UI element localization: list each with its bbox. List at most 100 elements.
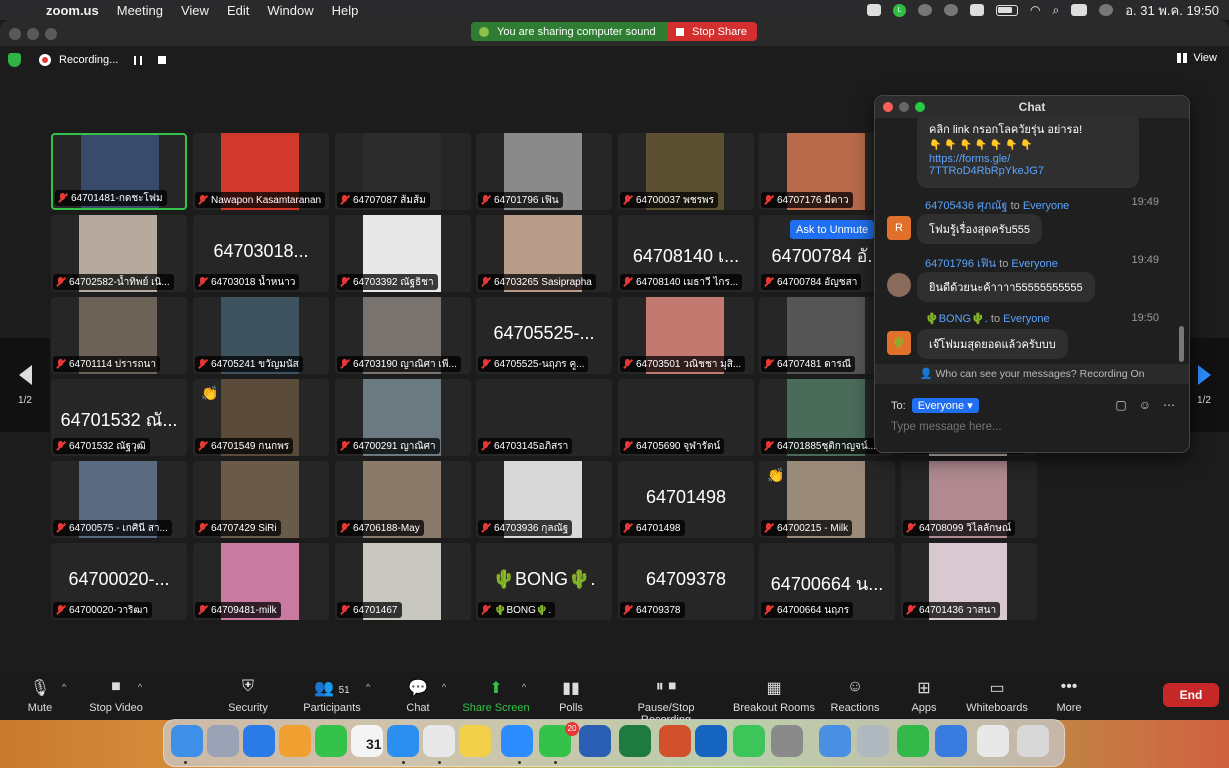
menu-app[interactable]: zoom.us bbox=[46, 3, 99, 18]
chat-scrollbar[interactable] bbox=[1179, 326, 1184, 362]
preview-icon[interactable] bbox=[857, 725, 889, 757]
more-button[interactable]: ••• More bbox=[1054, 678, 1084, 714]
chat-zoom-button[interactable] bbox=[915, 102, 925, 112]
participant-tile[interactable]: 64700664 น... 64700664 นฤภร bbox=[759, 543, 895, 620]
participant-tile[interactable]: Nawapon Kasamtaranan bbox=[193, 133, 329, 210]
stop-share-button[interactable]: Stop Share bbox=[668, 22, 758, 41]
security-button[interactable]: ⛨ Security bbox=[222, 678, 274, 714]
share-caret[interactable]: ^ bbox=[522, 682, 526, 692]
facetime-icon[interactable] bbox=[315, 725, 347, 757]
participant-tile[interactable]: 🌵BONG🌵. 🌵BONG🌵. bbox=[476, 543, 612, 620]
participant-tile[interactable]: 64708099 วิไลลักษณ์ bbox=[901, 461, 1037, 538]
participant-tile[interactable]: 64705241 ขวัญมนัส bbox=[193, 297, 329, 374]
participant-tile[interactable]: 64703145อภิสรา bbox=[476, 379, 612, 456]
pause-stop-recording-button[interactable]: ⏸ ⏹ Pause/Stop Recording bbox=[612, 678, 720, 720]
participant-tile[interactable]: 64701481-กดชะโฟม bbox=[51, 133, 187, 210]
menu-meeting[interactable]: Meeting bbox=[117, 3, 163, 18]
whiteboards-button[interactable]: ▭ Whiteboards bbox=[964, 678, 1030, 714]
outlook-icon[interactable] bbox=[695, 725, 727, 757]
pause-recording-icon[interactable] bbox=[134, 55, 143, 65]
participant-tile[interactable]: 64701467 bbox=[335, 543, 471, 620]
participant-tile[interactable]: 64705690 จุฬารัตน์ bbox=[618, 379, 754, 456]
participant-tile[interactable]: 64702582-น้ำทิพย์ เนิ... bbox=[51, 215, 187, 292]
zoom-tray-icon[interactable] bbox=[867, 4, 882, 16]
control-center-icon[interactable] bbox=[1071, 4, 1088, 16]
prev-page-button[interactable]: 1/2 bbox=[0, 338, 50, 432]
media-tray-icon[interactable] bbox=[918, 4, 933, 16]
participant-tile[interactable]: 64700020-... 64700020-วาริฒา bbox=[51, 543, 187, 620]
participant-tile[interactable]: 64700037 พชรพร bbox=[618, 133, 754, 210]
document-icon[interactable] bbox=[977, 725, 1009, 757]
participant-tile[interactable]: 64701114 ปรารถนา bbox=[51, 297, 187, 374]
pinned-link-2[interactable]: 7TTRoD4RbRpYkeJG7 bbox=[929, 165, 1127, 177]
breakout-rooms-button[interactable]: ▦ Breakout Rooms bbox=[732, 678, 816, 714]
zoom-window-button[interactable] bbox=[45, 28, 57, 40]
line-alt-icon[interactable] bbox=[733, 725, 765, 757]
message-sender[interactable]: 🌵BONG🌵. bbox=[925, 313, 988, 325]
more-icon[interactable]: ⋯ bbox=[1163, 398, 1175, 412]
trash-icon[interactable] bbox=[1017, 725, 1049, 757]
menu-view[interactable]: View bbox=[181, 3, 209, 18]
menu-help[interactable]: Help bbox=[332, 3, 359, 18]
powerpoint-icon[interactable] bbox=[659, 725, 691, 757]
participant-tile[interactable]: 64705525-... 64705525-นฤภร คู... bbox=[476, 297, 612, 374]
finder-icon[interactable] bbox=[171, 725, 203, 757]
audio-options-caret[interactable]: ^ bbox=[62, 682, 66, 692]
chat-close-button[interactable] bbox=[883, 102, 893, 112]
participants-button[interactable]: 👥 51 Participants bbox=[300, 678, 364, 714]
participant-tile[interactable]: 64700575 - เกศินี สา... bbox=[51, 461, 187, 538]
launchpad-icon[interactable] bbox=[207, 725, 239, 757]
menu-edit[interactable]: Edit bbox=[227, 3, 249, 18]
recipient-dropdown[interactable]: Everyone ▾ bbox=[911, 398, 979, 413]
n-tray-icon[interactable] bbox=[970, 4, 985, 16]
share-screen-button[interactable]: ⬆ Share Screen bbox=[462, 678, 530, 714]
minimize-window-button[interactable] bbox=[27, 28, 39, 40]
app-store-icon[interactable] bbox=[243, 725, 275, 757]
participant-tile[interactable]: 👏 64701549 กนกพร bbox=[193, 379, 329, 456]
word-icon[interactable] bbox=[579, 725, 611, 757]
apps-button[interactable]: ⊞ Apps bbox=[908, 678, 940, 714]
wifi-icon[interactable]: ◠ bbox=[1030, 3, 1040, 17]
siri-icon[interactable] bbox=[1099, 4, 1114, 16]
safari-icon[interactable] bbox=[387, 725, 419, 757]
excel-icon[interactable] bbox=[619, 725, 651, 757]
participant-tile[interactable]: 64703018... 64703018 น้ำหนาว bbox=[193, 215, 329, 292]
participants-caret[interactable]: ^ bbox=[366, 682, 370, 692]
photos-icon[interactable] bbox=[279, 725, 311, 757]
participant-tile[interactable]: 64701796 เฟิน bbox=[476, 133, 612, 210]
spotlight-icon[interactable]: ⌕ bbox=[1053, 3, 1060, 18]
chat-minimize-button[interactable] bbox=[899, 102, 909, 112]
participant-tile[interactable]: 64703265 Sasiprapha bbox=[476, 215, 612, 292]
zoom-icon[interactable] bbox=[501, 725, 533, 757]
who-can-see-link[interactable]: 👤 Who can see your messages? Recording O… bbox=[875, 364, 1189, 384]
pinned-link-1[interactable]: https://forms.gle/ bbox=[929, 153, 1127, 165]
participant-tile[interactable]: 64700291 ญาณิศา bbox=[335, 379, 471, 456]
file-icon[interactable]: ▢ bbox=[1115, 398, 1126, 412]
emoji-icon[interactable]: ☺ bbox=[1139, 398, 1151, 412]
message-sender[interactable]: 64705436 ศุภณัฐ bbox=[925, 200, 1008, 212]
battery-icon[interactable] bbox=[996, 4, 1019, 16]
end-meeting-button[interactable]: End bbox=[1163, 683, 1219, 707]
participant-tile[interactable]: 64706188-May bbox=[335, 461, 471, 538]
participant-tile[interactable]: 64703392 ณัฐธิชา bbox=[335, 215, 471, 292]
menubar-clock[interactable]: อ. 31 พ.ค. 19:50 bbox=[1125, 0, 1219, 21]
video-options-caret[interactable]: ^ bbox=[138, 682, 142, 692]
chrome-icon[interactable] bbox=[423, 725, 455, 757]
participant-tile[interactable]: 64709481-milk bbox=[193, 543, 329, 620]
participant-tile[interactable]: 64707429 SiRi bbox=[193, 461, 329, 538]
participant-tile[interactable]: 64707087 ส้มส้ม bbox=[335, 133, 471, 210]
ask-to-unmute-button[interactable]: Ask to Unmute bbox=[790, 220, 875, 239]
close-window-button[interactable] bbox=[9, 28, 21, 40]
stop-video-button[interactable]: ■ Stop Video bbox=[86, 678, 146, 714]
numbers-icon[interactable] bbox=[897, 725, 929, 757]
message-sender[interactable]: 64701796 เฟิน bbox=[925, 258, 996, 270]
participant-tile[interactable]: 64703501 วณิชชา มุสิ... bbox=[618, 297, 754, 374]
participant-tile[interactable]: 64701436 วาสนา bbox=[901, 543, 1037, 620]
encryption-shield-icon[interactable] bbox=[8, 53, 21, 67]
participant-tile[interactable]: 64701532 ณั... 64701532 ณัฐวุฒิ bbox=[51, 379, 187, 456]
menu-window[interactable]: Window bbox=[267, 3, 313, 18]
safari-alt-icon[interactable] bbox=[935, 725, 967, 757]
notes-icon[interactable] bbox=[459, 725, 491, 757]
participant-tile[interactable]: 👏 64700215 - Milk bbox=[759, 461, 895, 538]
view-button[interactable]: View bbox=[1177, 52, 1217, 64]
